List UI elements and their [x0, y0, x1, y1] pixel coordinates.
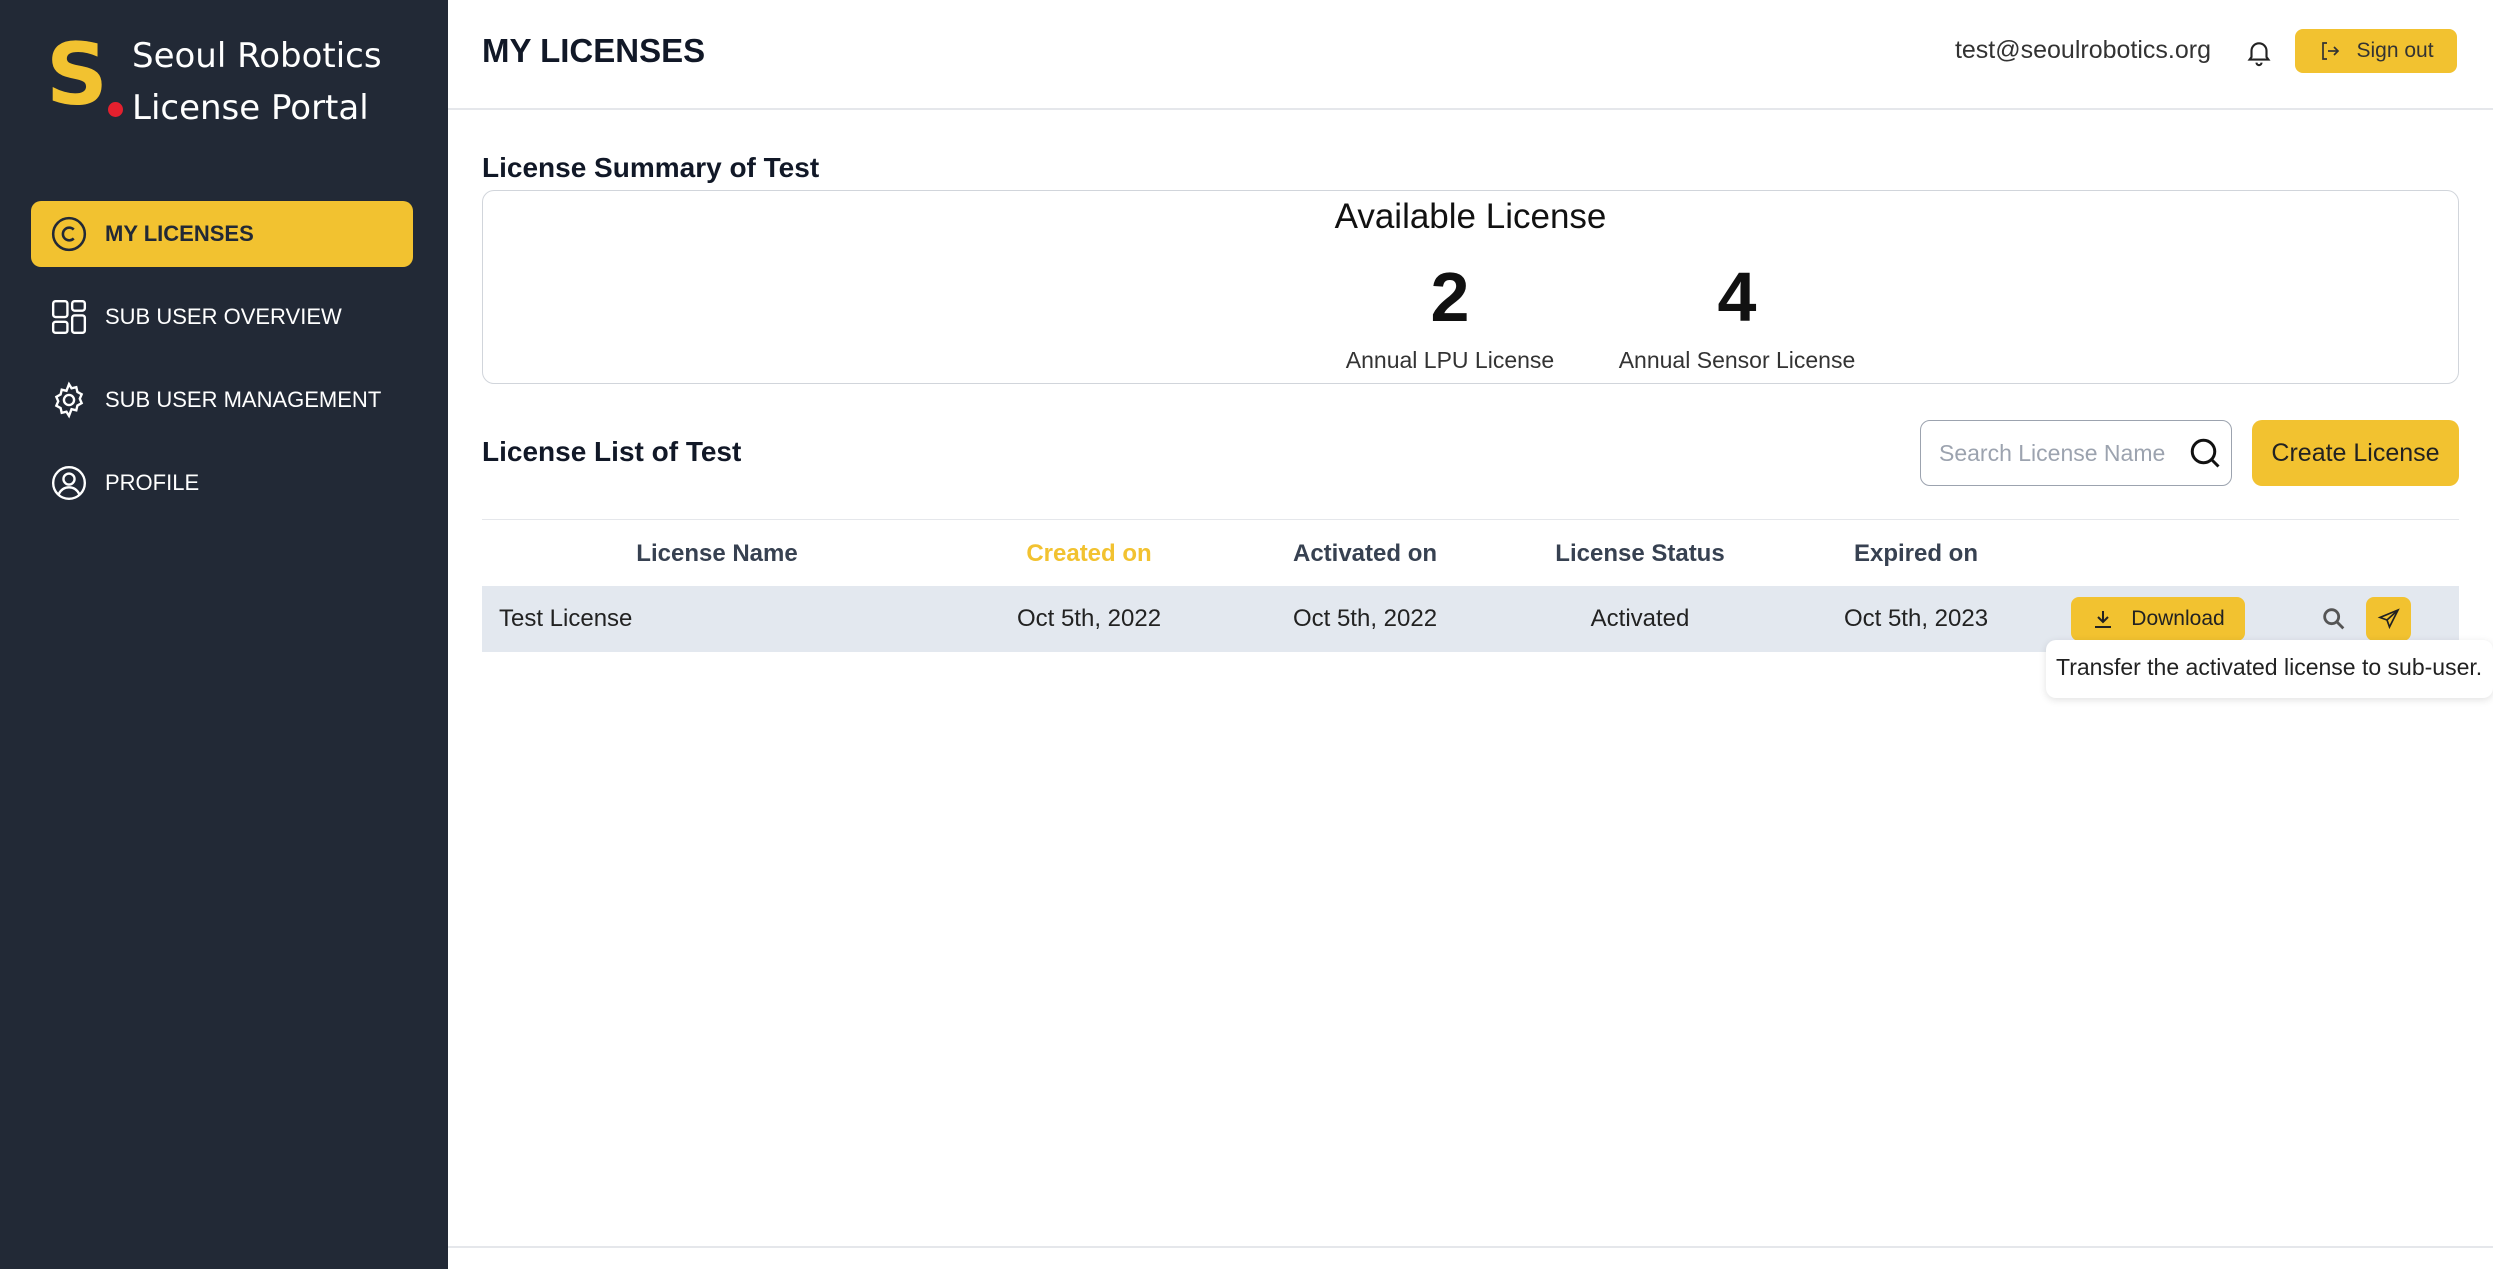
annual-lpu-label: Annual LPU License — [1345, 347, 1555, 373]
bell-icon[interactable] — [2244, 36, 2274, 68]
license-summary-card: Available License 2 Annual LPU License 4… — [482, 190, 2459, 384]
activated-on-cell: Oct 5th, 2022 — [1292, 605, 1438, 632]
copyright-icon — [49, 214, 89, 254]
sidebar-item-sub-user-management[interactable]: SUB USER MANAGEMENT — [31, 367, 413, 433]
send-icon — [2377, 608, 2400, 630]
logo-dot — [108, 102, 123, 117]
license-search — [1920, 420, 2232, 486]
search-input[interactable] — [1939, 439, 2179, 467]
column-header-activated-on[interactable]: Activated on — [1293, 540, 1437, 568]
sidebar-item-my-licenses[interactable]: MY LICENSES — [31, 201, 413, 267]
transfer-license-button[interactable] — [2366, 597, 2411, 641]
sidebar: S Seoul Robotics License Portal MY LICEN… — [0, 0, 448, 1269]
brand[interactable]: S Seoul Robotics License Portal — [46, 30, 382, 134]
footer-divider — [448, 1246, 2493, 1248]
sign-out-label: Sign out — [2356, 39, 2434, 62]
license-summary-title: License Summary of Test — [482, 152, 820, 183]
user-circle-icon — [49, 463, 89, 503]
view-details-icon[interactable] — [2320, 605, 2348, 633]
sidebar-item-label: PROFILE — [105, 470, 200, 495]
annual-lpu-count: 2 — [1430, 258, 1470, 336]
sidebar-item-sub-user-overview[interactable]: SUB USER OVERVIEW — [31, 284, 413, 350]
column-header-license-status[interactable]: License Status — [1555, 540, 1724, 568]
expired-on-cell: Oct 5th, 2023 — [1843, 605, 1989, 632]
column-header-created-on[interactable]: Created on — [1026, 540, 1151, 568]
license-list-title: License List of Test — [482, 436, 742, 467]
annual-sensor-count: 4 — [1717, 258, 1757, 336]
user-email: test@seoulrobotics.org — [1954, 36, 2211, 64]
top-header: MY LICENSES test@seoulrobotics.org Sign … — [448, 0, 2493, 110]
gear-icon — [49, 380, 89, 420]
created-on-cell: Oct 5th, 2022 — [1016, 605, 1162, 632]
license-status-cell: Activated — [1590, 605, 1690, 632]
sidebar-item-label: MY LICENSES — [105, 221, 254, 246]
grid-icon — [49, 297, 89, 337]
logo-letter: S — [46, 25, 108, 125]
annual-lpu-stat: 2 Annual LPU License — [1320, 257, 1580, 374]
transfer-tooltip: Transfer the activated license to sub-us… — [2046, 640, 2493, 698]
search-icon[interactable] — [2187, 435, 2223, 471]
page-title: MY LICENSES — [482, 32, 706, 69]
logout-icon — [2322, 42, 2340, 60]
sidebar-item-profile[interactable]: PROFILE — [31, 450, 413, 516]
brand-name: Seoul Robotics License Portal — [132, 30, 382, 134]
sidebar-nav: MY LICENSES SUB USER OVERVIEW SUB USER M… — [31, 201, 413, 533]
sign-out-button[interactable]: Sign out — [2295, 29, 2457, 73]
sidebar-item-label: SUB USER OVERVIEW — [105, 304, 342, 329]
available-license-heading: Available License — [1334, 197, 1607, 236]
license-table: License Name Created on Activated on Lic… — [482, 519, 2459, 652]
seoul-robotics-logo: S — [46, 30, 126, 126]
download-icon — [2095, 611, 2112, 628]
license-name-cell: Test License — [499, 605, 633, 632]
download-button[interactable]: Download — [2071, 597, 2245, 641]
annual-sensor-label: Annual Sensor License — [1618, 347, 1856, 373]
table-header: License Name Created on Activated on Lic… — [482, 520, 2459, 586]
brand-line-2: License Portal — [132, 88, 369, 128]
column-header-expired-on[interactable]: Expired on — [1854, 540, 1978, 568]
annual-sensor-stat: 4 Annual Sensor License — [1607, 257, 1867, 374]
create-license-button[interactable]: Create License — [2252, 420, 2459, 486]
download-label: Download — [2131, 607, 2225, 630]
brand-line-1: Seoul Robotics — [132, 36, 382, 76]
column-header-license-name[interactable]: License Name — [636, 540, 797, 568]
sidebar-item-label: SUB USER MANAGEMENT — [105, 387, 382, 412]
